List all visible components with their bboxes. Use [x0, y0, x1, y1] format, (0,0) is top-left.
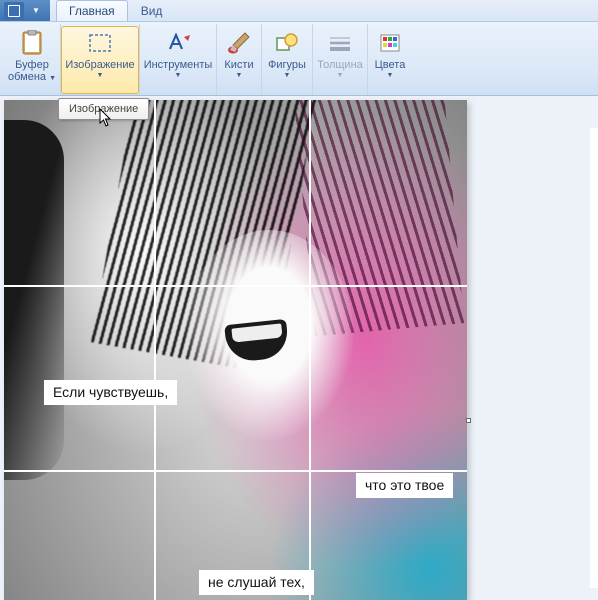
chevron-down-icon: ▼	[175, 72, 182, 79]
group-brushes: Кисти ▼	[217, 24, 262, 95]
titlebar: ▼ Главная Вид	[0, 0, 598, 22]
thickness-icon	[317, 28, 363, 58]
app-menu-button[interactable]	[4, 2, 24, 20]
canvas[interactable]: Если чувствуешь, что это твое не слушай …	[4, 100, 467, 600]
shapes-label: Фигуры	[268, 59, 306, 71]
resize-handle-right[interactable]	[466, 418, 471, 423]
image-caption-1: Если чувствуешь,	[44, 380, 177, 405]
thickness-label: Толщина	[317, 59, 363, 71]
brushes-button[interactable]: Кисти ▼	[217, 26, 261, 94]
image-dark-region	[4, 120, 64, 480]
image-caption-3: не слушай тех,	[199, 570, 314, 595]
shapes-button[interactable]: Фигуры ▼	[262, 26, 312, 94]
select-rect-icon	[65, 28, 135, 58]
quick-access-toolbar: ▼	[0, 0, 50, 21]
group-colors: Цвета ▼	[368, 24, 412, 95]
ribbon-tabs: Главная Вид	[50, 0, 175, 21]
workspace: Если чувствуешь, что это твое не слушай …	[0, 96, 598, 600]
brush-icon	[221, 28, 257, 58]
tab-home[interactable]: Главная	[56, 0, 128, 21]
clipboard-label: Буфер обмена ▼	[8, 59, 56, 85]
colors-button[interactable]: Цвета ▼	[368, 26, 412, 94]
shapes-icon	[266, 28, 308, 58]
clipboard-icon	[8, 28, 56, 58]
colors-label: Цвета	[375, 59, 406, 71]
chevron-down-icon: ▼	[49, 75, 56, 82]
group-thickness: Толщина ▼	[313, 24, 368, 95]
qat-dropdown-icon[interactable]: ▼	[26, 2, 46, 20]
clipboard-button[interactable]: Буфер обмена ▼	[4, 26, 60, 94]
chevron-down-icon: ▼	[236, 72, 243, 79]
tools-button[interactable]: Инструменты ▼	[140, 26, 216, 94]
tooltip-image: Изображение	[58, 98, 149, 120]
image-label: Изображение	[65, 59, 134, 71]
tab-view[interactable]: Вид	[128, 0, 176, 21]
group-tools: Инструменты ▼	[140, 24, 217, 95]
group-shapes: Фигуры ▼	[262, 24, 313, 95]
chevron-down-icon: ▼	[387, 72, 394, 79]
colors-icon	[372, 28, 408, 58]
brushes-label: Кисти	[224, 59, 253, 71]
text-tool-icon	[144, 28, 212, 58]
chevron-down-icon: ▼	[97, 72, 104, 79]
group-image: Изображение ▼	[61, 24, 140, 95]
scrollbar-track[interactable]	[590, 128, 598, 588]
group-clipboard: Буфер обмена ▼	[4, 24, 61, 95]
image-caption-2: что это твое	[356, 473, 453, 498]
chevron-down-icon: ▼	[284, 72, 291, 79]
chevron-down-icon: ▼	[337, 72, 344, 79]
thickness-button[interactable]: Толщина ▼	[313, 26, 367, 94]
tools-label: Инструменты	[144, 59, 213, 71]
ribbon: Буфер обмена ▼ Изображение ▼ Инструменты…	[0, 22, 598, 96]
image-button[interactable]: Изображение ▼	[61, 26, 139, 94]
